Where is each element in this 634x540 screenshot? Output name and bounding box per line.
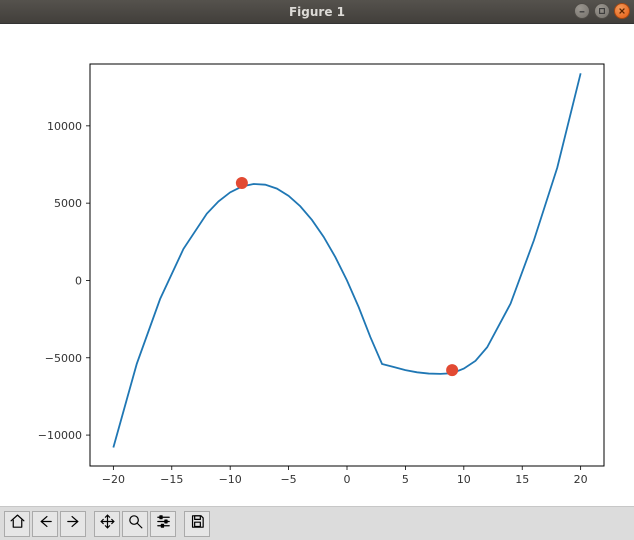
axes-frame: [90, 64, 604, 466]
zoom-button[interactable]: [122, 511, 148, 537]
zoom-icon: [127, 513, 144, 534]
window-title: Figure 1: [289, 5, 345, 19]
forward-icon: [65, 513, 82, 534]
minimize-button[interactable]: [574, 3, 590, 19]
pan-button[interactable]: [94, 511, 120, 537]
ytick-label: −5000: [45, 352, 82, 365]
series-line: [113, 73, 580, 447]
xtick-label: 10: [457, 473, 471, 486]
home-button[interactable]: [4, 511, 30, 537]
close-button[interactable]: [614, 3, 630, 19]
configure-icon: [155, 513, 172, 534]
marker-point: [236, 177, 248, 189]
window-controls: [574, 3, 630, 19]
ytick-label: −10000: [38, 429, 82, 442]
figure-window: Figure 1 −20 −15 −10 −5 0 5 10 15 20 −10000 −5000 0…: [0, 0, 634, 540]
toolbar: [0, 506, 634, 540]
save-button[interactable]: [184, 511, 210, 537]
marker-point: [446, 364, 458, 376]
pan-icon: [99, 513, 116, 534]
titlebar: Figure 1: [0, 0, 634, 24]
xtick-label: 20: [574, 473, 588, 486]
xtick-label: 5: [402, 473, 409, 486]
forward-button[interactable]: [60, 511, 86, 537]
home-icon: [9, 513, 26, 534]
plot-svg: −20 −15 −10 −5 0 5 10 15 20 −10000 −5000 0 5000 10000: [0, 24, 634, 506]
save-icon: [189, 513, 206, 534]
xtick-label: −15: [160, 473, 183, 486]
xtick-label: 0: [344, 473, 351, 486]
configure-button[interactable]: [150, 511, 176, 537]
maximize-button[interactable]: [594, 3, 610, 19]
ytick-label: 5000: [54, 197, 82, 210]
xtick-label: −10: [219, 473, 242, 486]
back-icon: [37, 513, 54, 534]
ytick-label: 0: [75, 275, 82, 288]
xtick-label: 15: [515, 473, 529, 486]
xtick-label: −20: [102, 473, 125, 486]
plot-area[interactable]: −20 −15 −10 −5 0 5 10 15 20 −10000 −5000 0 5000 10000: [0, 24, 634, 506]
xtick-label: −5: [280, 473, 296, 486]
back-button[interactable]: [32, 511, 58, 537]
ytick-label: 10000: [47, 120, 82, 133]
